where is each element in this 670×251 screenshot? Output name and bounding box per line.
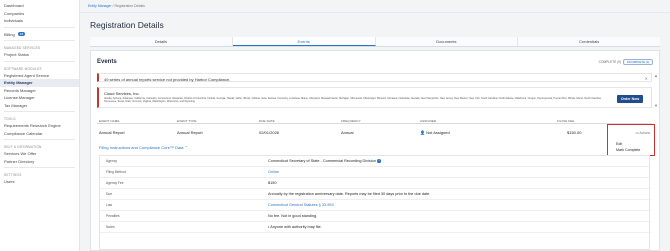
detail-value: $150: [268, 181, 277, 185]
order-now-button[interactable]: Order Now: [617, 94, 643, 103]
sidebar-item-individuals[interactable]: Individuals: [0, 17, 79, 25]
scroll-down-icon[interactable]: ▼: [654, 103, 658, 108]
sidebar-item-license-manager[interactable]: License Manager: [0, 94, 79, 102]
detail-label: Penalties: [106, 214, 120, 218]
info-icon[interactable]: i: [377, 159, 381, 163]
sidebar-item-requirements-research[interactable]: Requirements Research Engine: [0, 122, 79, 130]
actions-dropdown: ••• Actions Edit Mark Complete: [607, 124, 655, 156]
chevron-up-icon: ⌃: [184, 145, 188, 150]
breadcrumb: Entity Manager / Registration Details: [88, 4, 145, 8]
divider: [4, 139, 75, 140]
divider: [4, 167, 75, 168]
notes-value: Anyone with authority may file.: [270, 225, 322, 229]
cell-event-type: Annual Report: [177, 130, 203, 135]
tab-documents[interactable]: Documents: [375, 37, 519, 46]
service-states-list: Alaska, Arizona, Arkansas, California, C…: [104, 96, 602, 103]
filing-instructions-link[interactable]: Filing Instructions and Compliance Core™…: [99, 145, 188, 150]
divider: [4, 26, 75, 28]
close-icon[interactable]: ✕: [645, 76, 648, 81]
divider: [4, 40, 75, 41]
breadcrumb-separator: /: [112, 4, 114, 8]
breadcrumb-current: Registration Details: [114, 4, 145, 8]
cell-filing-fee: $150.00: [567, 130, 582, 135]
detail-label: Due: [106, 192, 113, 196]
tab-bar: Details Events Documents Credentials: [90, 37, 660, 47]
detail-label: Law: [106, 203, 113, 207]
complete-filter[interactable]: COMPLETE (0): [599, 60, 621, 64]
sidebar-item-project-status[interactable]: Project Status: [0, 51, 79, 59]
menu-item-mark-complete[interactable]: Mark Complete: [616, 148, 640, 152]
tab-credentials[interactable]: Credentials: [518, 37, 660, 46]
detail-label: Agency Fee: [106, 181, 124, 185]
sidebar-item-companies[interactable]: Companies: [0, 10, 79, 18]
sidebar-item-services-we-offer[interactable]: Services We Offer: [0, 150, 79, 158]
sidebar-item-partner-directory[interactable]: Partner Directory: [0, 158, 79, 166]
sidebar-item-registered-agent[interactable]: Registered Agent Service: [0, 72, 79, 80]
sidebar-item-users[interactable]: Users: [0, 178, 79, 186]
service-notice-banner: 49 series of annual reports service not …: [97, 73, 652, 82]
sidebar-item-compliance-calendar[interactable]: Compliance Calendar: [0, 130, 79, 138]
detail-row-due: Due Annually by the registration anniver…: [100, 189, 651, 200]
sidebar: Dashboard Companies Individuals Billing …: [0, 0, 80, 251]
banner-text: 49 series of annual reports service not …: [104, 76, 231, 82]
detail-row-penalties: Penalties No fee. Not in good standing.: [100, 211, 651, 222]
column-header-due-date[interactable]: DUE DATE: [259, 119, 275, 123]
sidebar-item-label: Billing: [4, 31, 15, 37]
column-header-filing-fee[interactable]: FILING FEE: [557, 119, 574, 123]
divider: [4, 111, 75, 112]
detail-label: Agency: [106, 159, 117, 163]
sidebar-item-dashboard[interactable]: Dashboard: [0, 2, 79, 10]
detail-value: No fee. Not in good standing.: [268, 214, 318, 218]
detail-label: Filing Method: [106, 170, 126, 174]
table-row: Annual Report Annual Report 02/01/2026 A…: [97, 128, 652, 136]
actions-button[interactable]: ••• Actions: [635, 131, 650, 135]
detail-row-filing-method: Filing Method Online: [100, 167, 651, 178]
column-header-frequency[interactable]: FREQUENCY: [341, 119, 361, 123]
tab-events[interactable]: Events: [232, 37, 376, 46]
events-title: Events: [97, 59, 117, 65]
filing-instructions-label: Filing Instructions and Compliance Core™…: [99, 145, 184, 150]
menu-item-edit[interactable]: Edit: [616, 142, 622, 146]
detail-row-law: Law Connecticut General Statutes § 33-95…: [100, 200, 651, 211]
column-header-event-type[interactable]: EVENT TYPE: [177, 119, 197, 123]
user-icon: 👤: [420, 130, 425, 135]
filing-details-panel: Agency Connecticut Secretary of State - …: [99, 155, 651, 250]
sidebar-item-tax-manager[interactable]: Tax Manager: [0, 102, 79, 110]
filing-method-link[interactable]: Online: [268, 170, 279, 174]
detail-value: Annually by the registration anniversary…: [268, 192, 431, 196]
detail-value: • Anyone with authority may file.: [268, 225, 322, 229]
detail-row-notes: Notes • Anyone with authority may file.: [100, 222, 651, 233]
cell-due-date: 02/01/2026: [259, 130, 280, 135]
breadcrumb-link-entity-manager[interactable]: Entity Manager: [88, 4, 112, 8]
incomplete-filter-button[interactable]: INCOMPLETE (1): [623, 58, 653, 65]
service-offer-box: Cloud Services, Inc. Alaska, Arizona, Ar…: [97, 87, 652, 108]
service-company-name: Cloud Services, Inc.: [104, 91, 140, 96]
billing-badge: 18: [17, 32, 26, 37]
actions-label: Actions: [639, 131, 650, 135]
column-header-event-name[interactable]: EVENT NAME: [99, 119, 119, 123]
events-card: Events COMPLETE (0) INCOMPLETE (1) 49 se…: [90, 50, 660, 251]
law-link[interactable]: Connecticut General Statutes § 33-953: [268, 203, 334, 207]
column-header-assigned[interactable]: ASSIGNED: [420, 119, 436, 123]
detail-value: Connecticut Secretary of State - Commerc…: [268, 159, 381, 163]
cell-frequency: Annual: [341, 130, 354, 135]
tab-details[interactable]: Details: [90, 37, 233, 46]
assigned-value: Not Assigned: [426, 130, 450, 135]
detail-row-agency: Agency Connecticut Secretary of State - …: [100, 156, 651, 167]
page-title: Registration Details: [90, 20, 164, 30]
events-table-header: EVENT NAME EVENT TYPE DUE DATE FREQUENCY…: [97, 118, 652, 124]
detail-row-agency-fee: Agency Fee $150: [100, 178, 651, 189]
sidebar-item-entity-manager[interactable]: Entity Manager: [0, 79, 79, 87]
divider: [4, 60, 75, 62]
divider: [80, 12, 670, 13]
detail-label: Notes: [106, 225, 115, 229]
sidebar-item-billing[interactable]: Billing 18: [0, 31, 79, 39]
sidebar-item-records-manager[interactable]: Records Manager: [0, 87, 79, 95]
scroll-up-icon[interactable]: ▲: [654, 73, 658, 78]
cell-assigned[interactable]: 👤 Not Assigned: [420, 130, 450, 135]
agency-value: Connecticut Secretary of State - Commerc…: [268, 159, 376, 163]
cell-event-name: Annual Report: [99, 130, 125, 135]
